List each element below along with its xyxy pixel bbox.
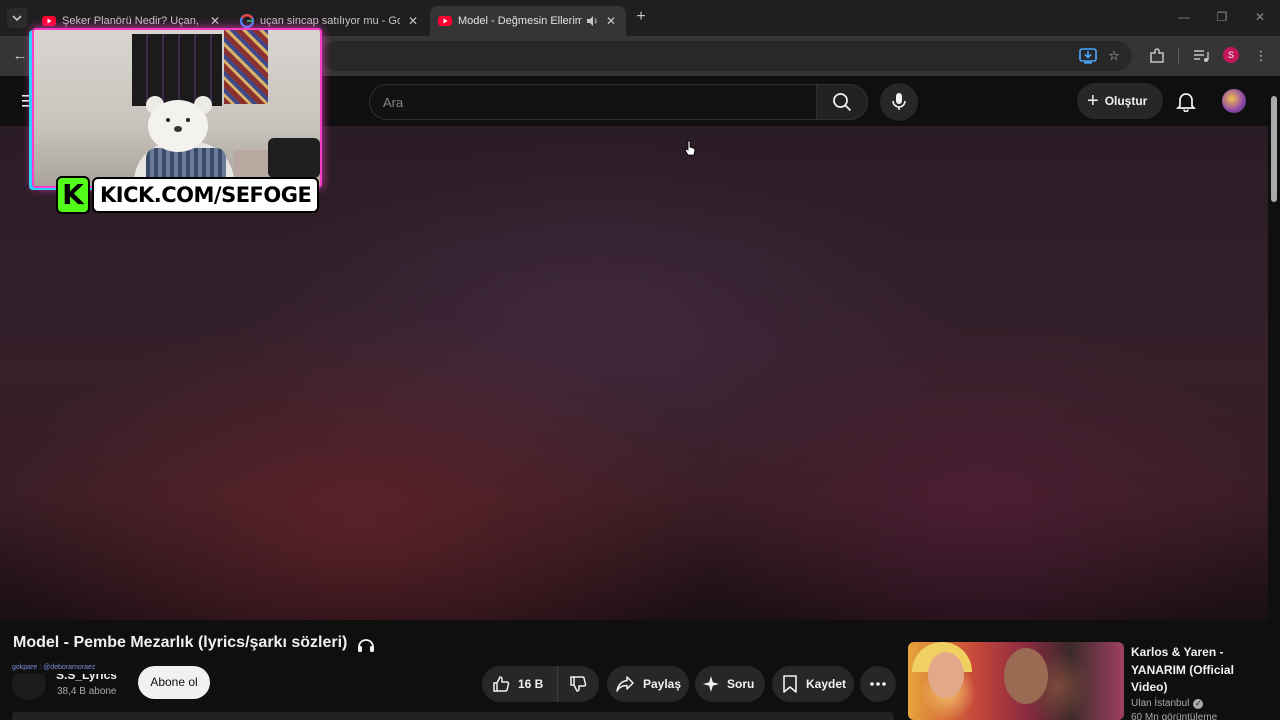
verified-check-icon: ✓: [1193, 698, 1204, 709]
save-label: Kaydet: [806, 677, 847, 691]
search-icon: [833, 93, 852, 112]
notifications-bell-icon[interactable]: [1175, 90, 1197, 112]
microphone-icon: [892, 93, 906, 110]
sparkle-icon: [703, 676, 719, 692]
tab-title: Şeker Planörü Nedir? Uçan, Tatlı: [62, 15, 202, 27]
recommended-video-meta: 60 Mn görüntüleme: [1131, 712, 1218, 720]
minimize-icon[interactable]: —: [1175, 8, 1193, 26]
new-tab-button[interactable]: +: [632, 8, 650, 26]
wall-rug: [224, 30, 268, 104]
close-icon[interactable]: ✕: [604, 14, 618, 28]
teddy-bear-nose: [174, 126, 182, 132]
thumbnail-figure: [1004, 648, 1048, 704]
menu-icon[interactable]: [22, 94, 32, 108]
media-controls-icon[interactable]: [1192, 47, 1210, 65]
thumbnail-figure: [928, 652, 964, 698]
share-arrow-icon: [616, 676, 634, 692]
search-input[interactable]: Ara: [369, 84, 817, 120]
subscriber-count: 38,4 B abone: [57, 686, 117, 697]
search-button[interactable]: [816, 84, 868, 120]
teddy-bear-eye: [166, 118, 170, 122]
headphones-icon: [358, 639, 374, 652]
more-actions-button[interactable]: [860, 666, 896, 702]
subscribe-button[interactable]: Abone ol: [138, 666, 210, 699]
hand-cursor-icon: [684, 140, 696, 156]
share-label: Paylaş: [643, 677, 682, 691]
install-app-icon[interactable]: [1079, 47, 1097, 65]
plus-icon: +: [1087, 90, 1099, 112]
bookmark-icon: [783, 675, 797, 693]
like-button[interactable]: 16 B: [482, 666, 558, 702]
recommended-video-thumbnail[interactable]: [908, 642, 1124, 720]
close-window-icon[interactable]: ✕: [1251, 8, 1269, 26]
close-icon[interactable]: ✕: [406, 14, 420, 28]
recommended-channel-name: Ulan İstanbul: [1131, 698, 1190, 709]
user-avatar[interactable]: [1222, 89, 1246, 113]
description-box[interactable]: [12, 712, 894, 720]
address-bar[interactable]: [322, 41, 1132, 71]
kick-logo: K: [56, 176, 90, 214]
create-label: Oluştur: [1104, 94, 1148, 108]
tab-title: uçan sincap satılıyor mu - Google: [260, 15, 400, 27]
wall-poster: [132, 34, 222, 106]
like-dislike-group: 16 B: [482, 666, 599, 702]
extensions-icon[interactable]: [1148, 47, 1166, 65]
video-title: Model - Pembe Mezarlık (lyrics/şarkı söz…: [13, 634, 348, 651]
like-count: 16 B: [518, 677, 544, 691]
dislike-button[interactable]: [558, 666, 598, 702]
google-icon: [240, 14, 254, 28]
kick-url: KICK.COM/SEFOGE: [92, 177, 320, 213]
browser-tab-3-active[interactable]: Model - Değmesin Ellerimiz ✕: [430, 6, 626, 36]
ask-label: Soru: [727, 677, 755, 691]
ask-button[interactable]: Soru: [695, 666, 765, 702]
close-icon[interactable]: ✕: [208, 14, 222, 28]
back-arrow-icon[interactable]: ←: [10, 46, 30, 66]
speaker-icon[interactable]: [586, 15, 598, 27]
kick-badge: K KICK.COM/SEFOGE: [56, 176, 320, 214]
more-vertical-icon[interactable]: ⋮: [1251, 46, 1271, 66]
dark-object: [268, 138, 320, 178]
more-horizontal-icon: [870, 682, 886, 686]
tab-title: Model - Değmesin Ellerimiz: [458, 15, 582, 27]
webcam-overlay: [32, 28, 322, 188]
youtube-icon: [438, 16, 452, 26]
share-button[interactable]: Paylaş: [607, 666, 689, 702]
tab-search-button[interactable]: [7, 8, 27, 28]
recommended-channel[interactable]: Ulan İstanbul ✓: [1131, 698, 1204, 709]
youtube-icon: [42, 16, 56, 26]
restore-icon[interactable]: ❐: [1213, 8, 1231, 26]
thumbs-down-icon: [570, 676, 587, 692]
recommended-video-title[interactable]: Karlos & Yaren - YANARIM (Official Video…: [1131, 644, 1261, 697]
bookmark-star-icon[interactable]: ☆: [1104, 46, 1124, 66]
create-button[interactable]: + Oluştur: [1077, 83, 1163, 119]
save-button[interactable]: Kaydet: [772, 666, 854, 702]
thumbs-up-icon: [493, 676, 510, 692]
toolbar-separator: [1178, 48, 1179, 64]
search-placeholder: Ara: [383, 94, 404, 110]
chevron-down-icon: [12, 15, 22, 22]
voice-search-button[interactable]: [880, 83, 918, 121]
scrollbar-thumb[interactable]: [1271, 96, 1277, 202]
teddy-bear-eye: [186, 118, 190, 122]
browser-profile-avatar[interactable]: S: [1223, 47, 1239, 63]
